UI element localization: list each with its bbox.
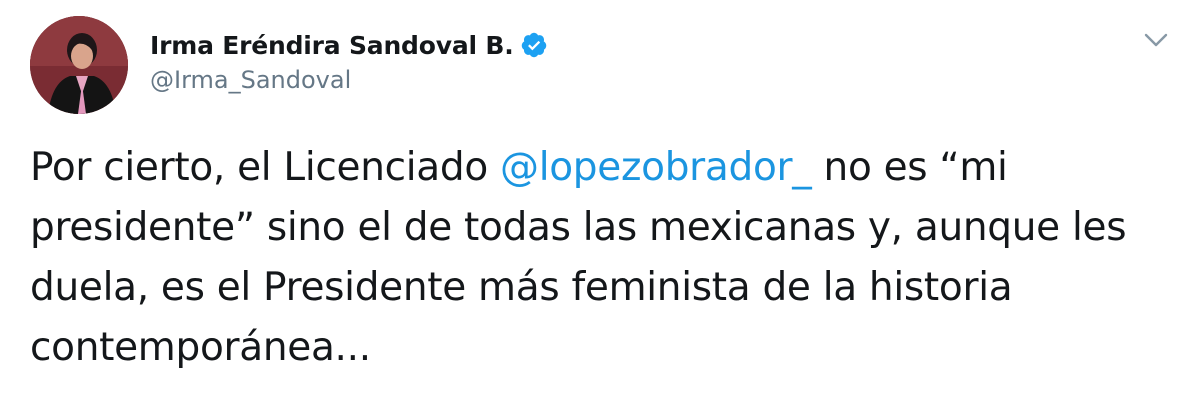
tweet-menu-button[interactable] xyxy=(1140,26,1172,54)
verified-badge-icon xyxy=(520,31,548,59)
author-display-name[interactable]: Irma Eréndira Sandoval B. xyxy=(150,31,514,60)
tweet-line-1: Por cierto, el Licenciado @lopezobrador_… xyxy=(30,138,1180,198)
author-handle[interactable]: @Irma_Sandoval xyxy=(150,66,548,94)
tweet-line-3: duela, es el Presidente más feminista de… xyxy=(30,265,1013,310)
profile-photo-icon xyxy=(30,16,128,114)
tweet-text-segment: no es “mi xyxy=(811,145,1008,190)
tweet-line-4: contemporánea... xyxy=(30,325,371,370)
mention-link[interactable]: @lopezobrador_ xyxy=(500,145,812,190)
tweet-text-segment: Por cierto, el Licenciado xyxy=(30,145,501,190)
chevron-down-icon xyxy=(1144,33,1168,47)
name-row: Irma Eréndira Sandoval B. xyxy=(150,26,548,64)
tweet-card: Irma Eréndira Sandoval B. @Irma_Sandoval… xyxy=(0,0,1200,406)
author-block: Irma Eréndira Sandoval B. @Irma_Sandoval xyxy=(150,26,548,116)
tweet-line-2: presidente” sino el de todas las mexican… xyxy=(30,205,1127,250)
author-avatar[interactable] xyxy=(30,16,128,114)
tweet-text: Por cierto, el Licenciado @lopezobrador_… xyxy=(30,138,1180,378)
